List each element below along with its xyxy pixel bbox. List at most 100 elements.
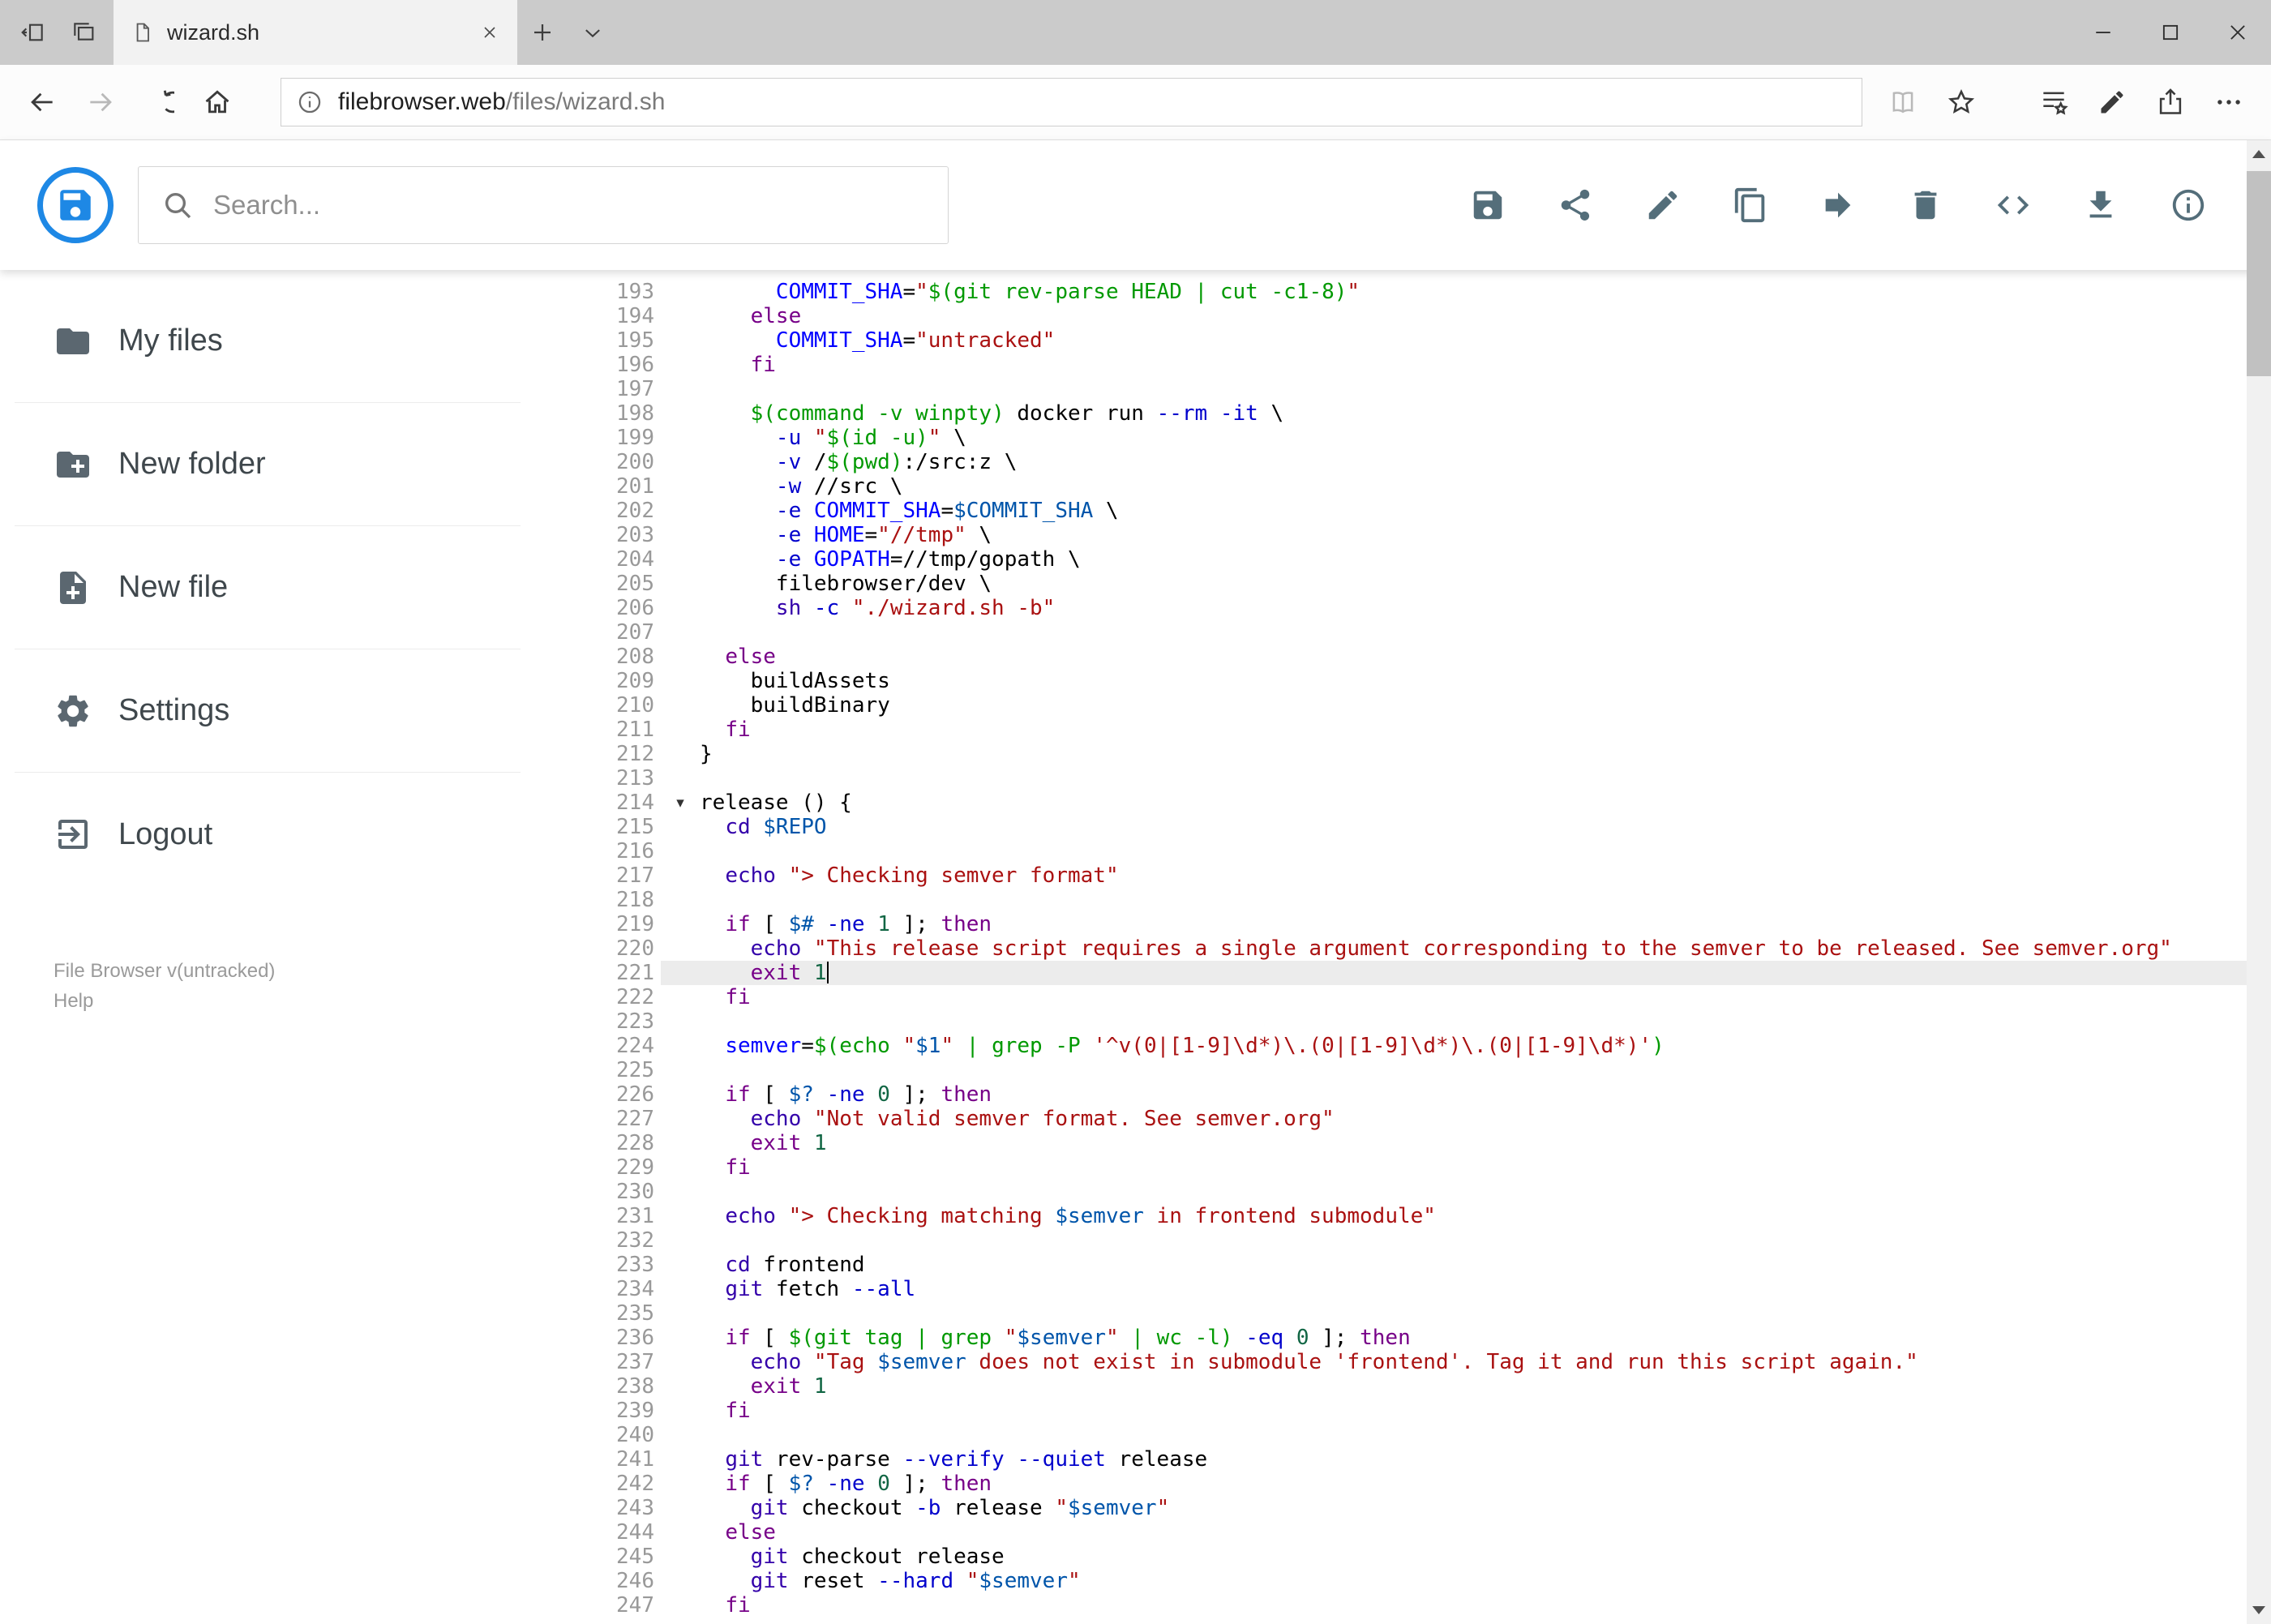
code-line[interactable]: 236 if [ $(git tag | grep "$semver" | wc… bbox=[535, 1326, 2271, 1350]
sidebar-item-settings[interactable]: Settings bbox=[15, 649, 521, 773]
code-line[interactable]: 247 fi bbox=[535, 1593, 2271, 1618]
rename-button[interactable] bbox=[1629, 166, 1697, 244]
code-line[interactable]: 225 bbox=[535, 1058, 2271, 1082]
sidebar-item-new-folder[interactable]: New folder bbox=[15, 403, 521, 526]
code-line[interactable]: 212} bbox=[535, 742, 2271, 766]
code-line[interactable]: 234 git fetch --all bbox=[535, 1277, 2271, 1301]
browser-tab[interactable]: wizard.sh bbox=[114, 0, 517, 65]
code-line[interactable]: 230 bbox=[535, 1180, 2271, 1204]
code-line[interactable]: 218 bbox=[535, 888, 2271, 912]
sidebar-item-new-file[interactable]: New file bbox=[15, 526, 521, 649]
code-line[interactable]: 237 echo "Tag $semver does not exist in … bbox=[535, 1350, 2271, 1374]
fold-marker-icon[interactable]: ▾ bbox=[661, 791, 700, 815]
code-line[interactable]: 201 -w //src \ bbox=[535, 474, 2271, 499]
share-button[interactable] bbox=[2141, 65, 2200, 139]
web-notes-button[interactable] bbox=[2083, 65, 2141, 139]
code-line[interactable]: 210 buildBinary bbox=[535, 693, 2271, 718]
code-line[interactable]: 200 -v /$(pwd):/src:z \ bbox=[535, 450, 2271, 474]
download-button[interactable] bbox=[2067, 166, 2135, 244]
code-line[interactable]: 216 bbox=[535, 839, 2271, 863]
sidebar-item-my-files[interactable]: My files bbox=[15, 280, 521, 403]
new-tab-button[interactable] bbox=[517, 0, 568, 65]
code-line[interactable]: 215 cd $REPO bbox=[535, 815, 2271, 839]
code-line[interactable]: 246 git reset --hard "$semver" bbox=[535, 1569, 2271, 1593]
code-line[interactable]: 198 $(command -v winpty) docker run --rm… bbox=[535, 401, 2271, 426]
move-button[interactable] bbox=[1804, 166, 1872, 244]
code-line[interactable]: 235 bbox=[535, 1301, 2271, 1326]
code-line[interactable]: 207 bbox=[535, 620, 2271, 645]
address-bar[interactable]: filebrowser.web/files/wizard.sh bbox=[281, 78, 1862, 126]
tab-preview-toggle[interactable] bbox=[568, 0, 618, 65]
code-line[interactable]: 242 if [ $? -ne 0 ]; then bbox=[535, 1472, 2271, 1496]
code-line[interactable]: 245 git checkout release bbox=[535, 1545, 2271, 1569]
code-line[interactable]: 203 -e HOME="//tmp" \ bbox=[535, 523, 2271, 547]
tabs-set-aside-button[interactable] bbox=[58, 0, 109, 65]
delete-button[interactable] bbox=[1892, 166, 1960, 244]
save-button[interactable] bbox=[1454, 166, 1522, 244]
code-line[interactable]: 219 if [ $# -ne 1 ]; then bbox=[535, 912, 2271, 936]
code-line[interactable]: 193 COMMIT_SHA="$(git rev-parse HEAD | c… bbox=[535, 280, 2271, 304]
refresh-button[interactable] bbox=[130, 65, 188, 139]
help-link[interactable]: Help bbox=[54, 986, 275, 1016]
code-line[interactable]: 195 COMMIT_SHA="untracked" bbox=[535, 328, 2271, 353]
search-input[interactable] bbox=[213, 190, 925, 221]
code-line[interactable]: 209 buildAssets bbox=[535, 669, 2271, 693]
code-line[interactable]: 220 echo "This release script requires a… bbox=[535, 936, 2271, 961]
code-line[interactable]: 238 exit 1 bbox=[535, 1374, 2271, 1399]
favorite-button[interactable] bbox=[1932, 65, 1990, 139]
hub-button[interactable] bbox=[2025, 65, 2083, 139]
raw-view-button[interactable] bbox=[1979, 166, 2047, 244]
search-box[interactable] bbox=[138, 166, 949, 244]
code-line[interactable]: 199 -u "$(id -u)" \ bbox=[535, 426, 2271, 450]
maximize-button[interactable] bbox=[2136, 0, 2204, 65]
set-tabs-aside-button[interactable] bbox=[8, 0, 58, 65]
code-line[interactable]: 243 git checkout -b release "$semver" bbox=[535, 1496, 2271, 1520]
more-options-button[interactable] bbox=[2200, 65, 2258, 139]
code-line[interactable]: 226 if [ $? -ne 0 ]; then bbox=[535, 1082, 2271, 1107]
close-button[interactable] bbox=[2204, 0, 2271, 65]
code-line[interactable]: 240 bbox=[535, 1423, 2271, 1447]
copy-button[interactable] bbox=[1716, 166, 1785, 244]
share-button[interactable] bbox=[1541, 166, 1609, 244]
home-button[interactable] bbox=[188, 65, 246, 139]
code-line[interactable]: 221 exit 1 bbox=[535, 961, 2271, 985]
code-line[interactable]: 224 semver=$(echo "$1" | grep -P '^v(0|[… bbox=[535, 1034, 2271, 1058]
code-line[interactable]: 228 exit 1 bbox=[535, 1131, 2271, 1155]
code-line[interactable]: 206 sh -c "./wizard.sh -b" bbox=[535, 596, 2271, 620]
code-line[interactable]: 227 echo "Not valid semver format. See s… bbox=[535, 1107, 2271, 1131]
reading-view-button[interactable] bbox=[1874, 65, 1932, 139]
code-line[interactable]: 231 echo "> Checking matching $semver in… bbox=[535, 1204, 2271, 1228]
code-line[interactable]: 229 fi bbox=[535, 1155, 2271, 1180]
scroll-down-arrow[interactable] bbox=[2247, 1596, 2271, 1624]
scroll-up-arrow[interactable] bbox=[2247, 140, 2271, 168]
code-line[interactable]: 194 else bbox=[535, 304, 2271, 328]
code-line[interactable]: 197 bbox=[535, 377, 2271, 401]
tab-close-icon[interactable] bbox=[480, 23, 499, 42]
code-line[interactable]: 217 echo "> Checking semver format" bbox=[535, 863, 2271, 888]
code-line[interactable]: 204 -e GOPATH=//tmp/gopath \ bbox=[535, 547, 2271, 572]
info-button[interactable] bbox=[2154, 166, 2222, 244]
code-line[interactable]: 233 cd frontend bbox=[535, 1253, 2271, 1277]
code-line[interactable]: 205 filebrowser/dev \ bbox=[535, 572, 2271, 596]
code-line[interactable]: 244 else bbox=[535, 1520, 2271, 1545]
code-editor[interactable]: 193 COMMIT_SHA="$(git rev-parse HEAD | c… bbox=[535, 270, 2271, 1624]
forward-button[interactable] bbox=[71, 65, 130, 139]
code-line[interactable]: 223 bbox=[535, 1009, 2271, 1034]
code-line[interactable]: 213 bbox=[535, 766, 2271, 791]
code-line[interactable]: 222 fi bbox=[535, 985, 2271, 1009]
site-info-icon[interactable] bbox=[296, 88, 324, 116]
code-line[interactable]: 208 else bbox=[535, 645, 2271, 669]
sidebar-item-logout[interactable]: Logout bbox=[15, 773, 521, 896]
code-line[interactable]: 202 -e COMMIT_SHA=$COMMIT_SHA \ bbox=[535, 499, 2271, 523]
code-line[interactable]: 239 fi bbox=[535, 1399, 2271, 1423]
code-line[interactable]: 196 fi bbox=[535, 353, 2271, 377]
back-button[interactable] bbox=[13, 65, 71, 139]
code-line[interactable]: 232 bbox=[535, 1228, 2271, 1253]
page-scrollbar[interactable] bbox=[2247, 140, 2271, 1624]
minimize-button[interactable] bbox=[2069, 0, 2136, 65]
code-line[interactable]: 214 ▾ release () { bbox=[535, 791, 2271, 815]
code-line[interactable]: 241 git rev-parse --verify --quiet relea… bbox=[535, 1447, 2271, 1472]
filebrowser-logo[interactable] bbox=[37, 167, 114, 243]
scrollbar-thumb[interactable] bbox=[2247, 171, 2271, 376]
code-line[interactable]: 211 fi bbox=[535, 718, 2271, 742]
